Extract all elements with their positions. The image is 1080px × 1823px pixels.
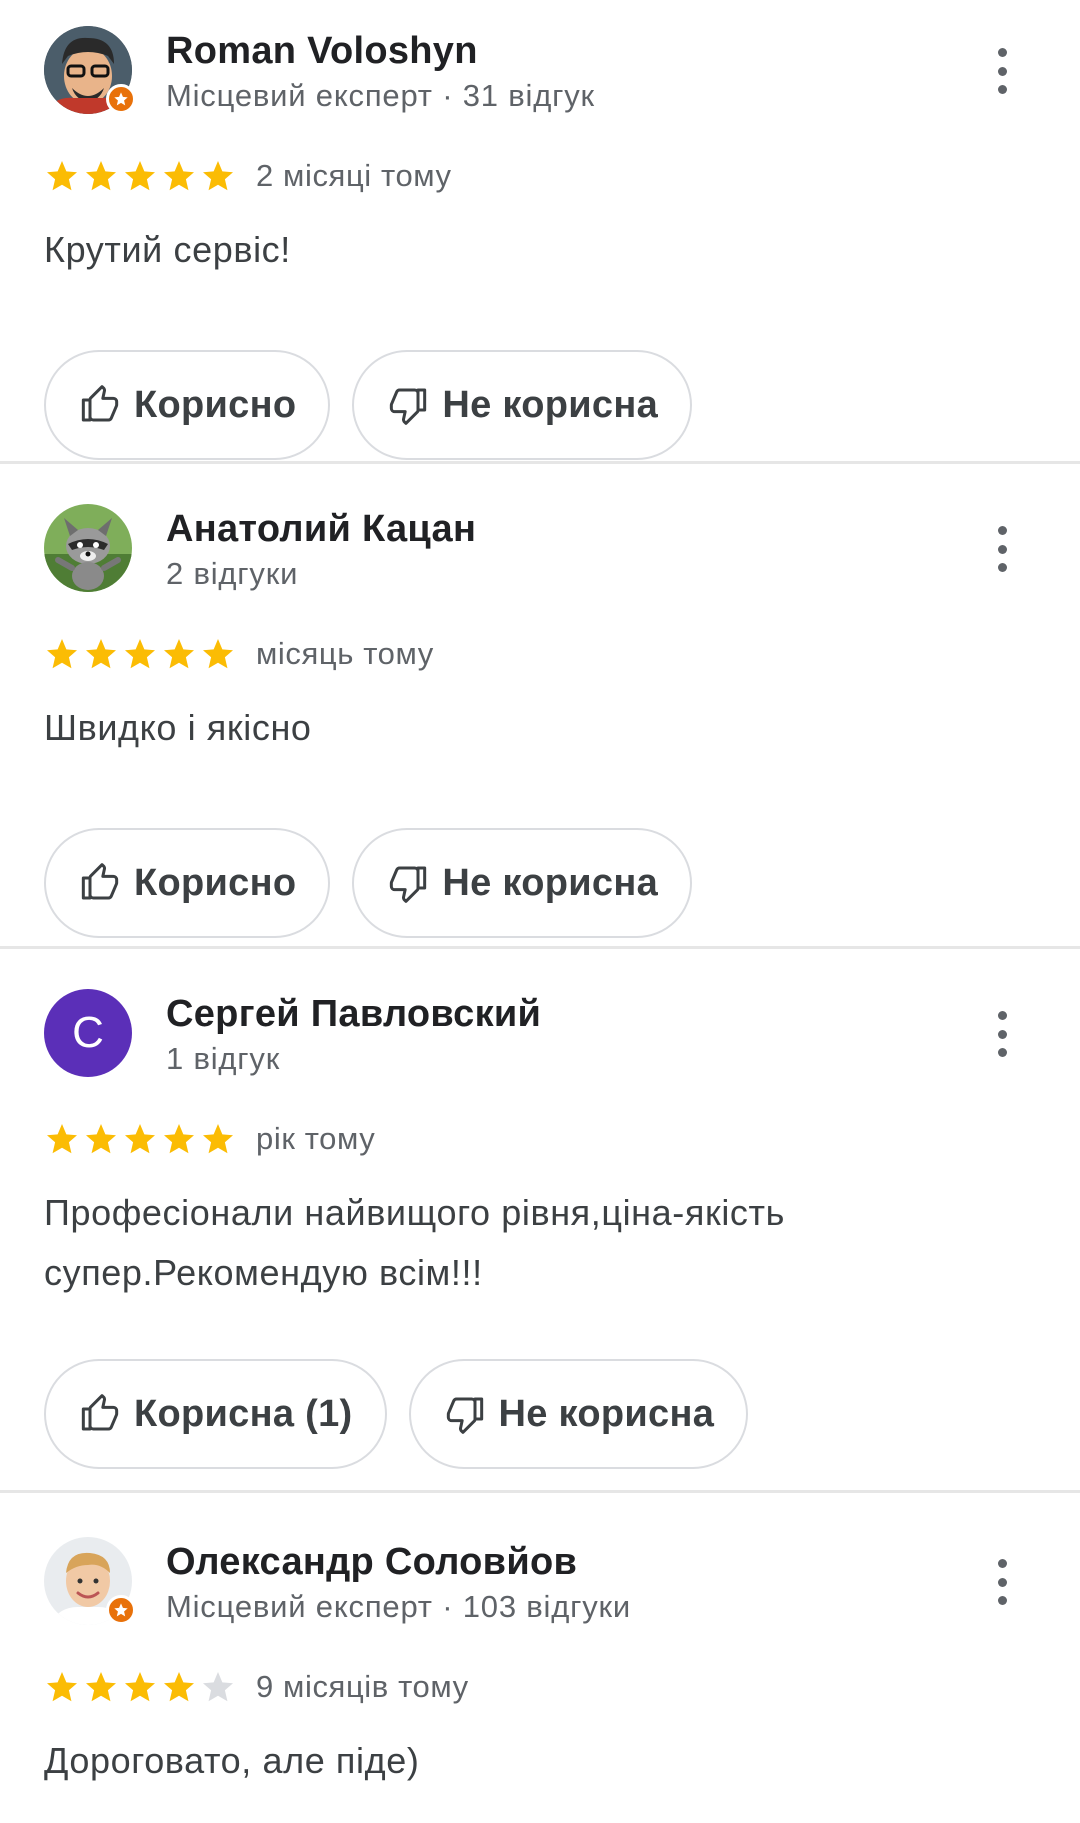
helpful-label: Корисно xyxy=(134,861,297,904)
star-filled-icon xyxy=(164,161,194,191)
not-helpful-label: Не корисна xyxy=(442,861,659,904)
author-name[interactable]: Roman Voloshyn xyxy=(166,30,478,73)
not-helpful-button[interactable]: Не корисна xyxy=(352,350,693,460)
review-time: 9 місяців тому xyxy=(256,1669,469,1704)
not-helpful-label: Не корисна xyxy=(498,1392,715,1435)
star-rating xyxy=(44,636,236,672)
rating-row: місяць тому xyxy=(44,634,1080,674)
helpful-button[interactable]: Корисна (1) xyxy=(44,1359,387,1469)
more-vert-icon[interactable] xyxy=(992,526,1012,572)
star-filled-icon xyxy=(125,1124,155,1154)
author-name[interactable]: Сергей Павловский xyxy=(166,993,541,1036)
review-actions: Корисно Не корисна xyxy=(44,828,1080,938)
author-name[interactable]: Анатолий Кацан xyxy=(166,508,476,551)
review-text: Швидко і якісно xyxy=(44,707,312,748)
star-rating xyxy=(44,1121,236,1157)
star-rating xyxy=(44,1669,236,1705)
author-name[interactable]: Олександр Соловйов xyxy=(166,1541,577,1584)
star-filled-icon xyxy=(47,639,77,669)
star-rating xyxy=(44,158,236,194)
review-header: Анатолий Кацан 2 відгуки xyxy=(44,504,1080,594)
author-subtitle: Місцевий експерт · 103 відгуки xyxy=(166,1589,632,1624)
star-filled-icon xyxy=(203,1124,233,1154)
helpful-button[interactable]: Корисно xyxy=(44,350,331,460)
not-helpful-button[interactable]: Не корисна xyxy=(408,1359,749,1469)
review-text: Крутий сервіс! xyxy=(44,229,291,270)
reviews-list: Roman Voloshyn Місцевий експерт · 31 від… xyxy=(0,0,1080,1823)
star-filled-icon xyxy=(164,1672,194,1702)
avatar[interactable] xyxy=(44,504,132,592)
more-vert-icon[interactable] xyxy=(992,48,1012,94)
review-card: Олександр Соловйов Місцевий експерт · 10… xyxy=(0,1493,1080,1823)
star-filled-icon xyxy=(203,161,233,191)
star-filled-icon xyxy=(125,161,155,191)
review-card: Анатолий Кацан 2 відгуки місяць тому Шви… xyxy=(0,464,1080,946)
star-filled-icon xyxy=(86,1672,116,1702)
review-time: місяць тому xyxy=(256,636,434,671)
star-filled-icon xyxy=(125,639,155,669)
review-header: С Сергей Павловский 1 відгук xyxy=(44,989,1080,1079)
rating-row: 2 місяці тому xyxy=(44,156,1080,196)
local-guide-badge-icon xyxy=(106,84,136,114)
star-filled-icon xyxy=(203,639,233,669)
thumb-down-icon xyxy=(446,1397,483,1434)
review-card: Roman Voloshyn Місцевий експерт · 31 від… xyxy=(0,0,1080,461)
helpful-label: Корисна (1) xyxy=(134,1392,353,1435)
not-helpful-button[interactable]: Не корисна xyxy=(352,828,693,938)
review-card: С Сергей Павловский 1 відгук рік тому Пр… xyxy=(0,949,1080,1490)
star-filled-icon xyxy=(86,1124,116,1154)
more-vert-icon[interactable] xyxy=(992,1559,1012,1605)
star-filled-icon xyxy=(47,161,77,191)
review-actions: Корисно Не корисна xyxy=(44,350,1080,460)
star-filled-icon xyxy=(86,639,116,669)
helpful-label: Корисно xyxy=(134,383,297,426)
letter-avatar[interactable]: С xyxy=(44,989,132,1077)
review-actions: Корисна (1) Не корисна xyxy=(44,1359,1080,1469)
star-filled-icon xyxy=(164,639,194,669)
review-time: 2 місяці тому xyxy=(256,158,452,193)
more-vert-icon[interactable] xyxy=(992,1011,1012,1057)
star-filled-icon xyxy=(47,1124,77,1154)
author-subtitle: 1 відгук xyxy=(166,1041,281,1076)
star-filled-icon xyxy=(164,1124,194,1154)
star-filled-icon xyxy=(125,1672,155,1702)
helpful-button[interactable]: Корисно xyxy=(44,828,331,938)
thumb-down-icon xyxy=(390,388,427,425)
not-helpful-label: Не корисна xyxy=(442,383,659,426)
author-subtitle: Місцевий експерт · 31 відгук xyxy=(166,78,595,113)
star-empty-icon xyxy=(203,1672,233,1702)
thumb-up-icon xyxy=(81,863,119,900)
thumb-up-icon xyxy=(81,1394,119,1431)
author-subtitle: 2 відгуки xyxy=(166,556,299,591)
thumb-down-icon xyxy=(390,866,427,903)
rating-row: рік тому xyxy=(44,1119,1080,1159)
review-text: Дороговато, але піде) xyxy=(44,1740,420,1781)
review-header: Олександр Соловйов Місцевий експерт · 10… xyxy=(44,1537,1080,1627)
thumb-up-icon xyxy=(81,385,119,422)
star-filled-icon xyxy=(47,1672,77,1702)
star-filled-icon xyxy=(86,161,116,191)
local-guide-badge-icon xyxy=(106,1595,136,1625)
rating-row: 9 місяців тому xyxy=(44,1667,1080,1707)
review-header: Roman Voloshyn Місцевий експерт · 31 від… xyxy=(44,26,1080,116)
review-text: Професіонали найвищого рівня,ціна-якість… xyxy=(44,1192,785,1293)
review-time: рік тому xyxy=(256,1121,376,1156)
